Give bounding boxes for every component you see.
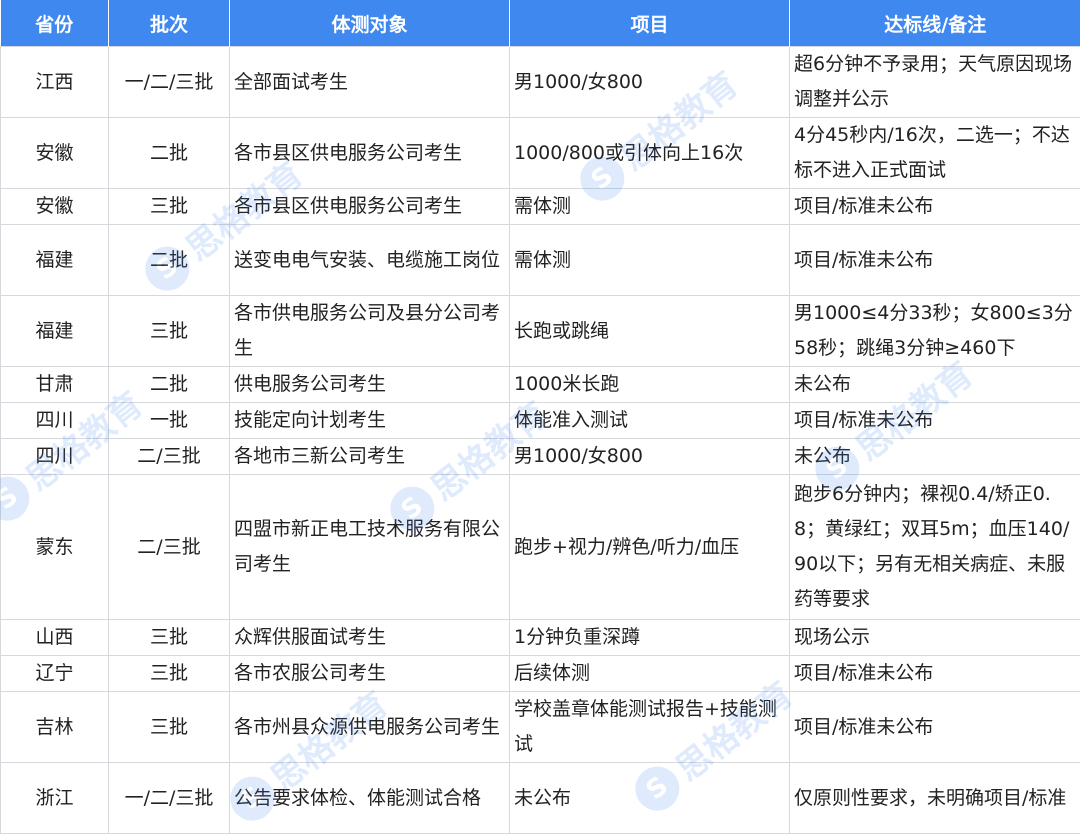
province-cell: 安徽 bbox=[0, 188, 109, 225]
target-cell: 各市县区供电服务公司考生 bbox=[229, 188, 510, 225]
standard-cell: 项目/标准未公布 bbox=[789, 188, 1080, 225]
table-row: 江西 一/二/三批 全部面试考生 男1000/女800 超6分钟不予录用；天气原因现场调… bbox=[0, 46, 1080, 118]
fitness-test-table: 省份 批次 体测对象 项目 达标线/备注 江西 一/二/三批 全部面试考生 男1000… bbox=[0, 0, 1080, 834]
table-header-row: 省份 批次 体测对象 项目 达标线/备注 bbox=[0, 0, 1080, 47]
province-cell: 安徽 bbox=[0, 117, 109, 189]
item-cell: 体能准入测试 bbox=[509, 402, 790, 439]
standard-cell: 现场公示 bbox=[789, 619, 1080, 656]
standard-cell: 项目/标准未公布 bbox=[789, 655, 1080, 692]
table-row: 福建 二批 送变电电气安装、电缆施工岗位 需体测 项目/标准未公布 bbox=[0, 224, 1080, 296]
table-row: 安徽 二批 各市县区供电服务公司考生 1000/800或引体向上16次 4分45秒内/1… bbox=[0, 117, 1080, 189]
item-cell: 1000米长跑 bbox=[509, 366, 790, 403]
header-target: 体测对象 bbox=[229, 0, 510, 47]
batch-cell: 二/三批 bbox=[108, 438, 230, 475]
table-row: 蒙东 二/三批 四盟市新正电工技术服务有限公司考生 跑步+视力/辨色/听力/血压 跑步6… bbox=[0, 474, 1080, 620]
target-cell: 公告要求体检、体能测试合格 bbox=[229, 762, 510, 834]
province-cell: 福建 bbox=[0, 224, 109, 296]
target-cell: 技能定向计划考生 bbox=[229, 402, 510, 439]
header-item: 项目 bbox=[509, 0, 790, 47]
item-cell: 男1000/女800 bbox=[509, 438, 790, 475]
batch-cell: 三批 bbox=[108, 188, 230, 225]
standard-cell: 项目/标准未公布 bbox=[789, 402, 1080, 439]
target-cell: 各地市三新公司考生 bbox=[229, 438, 510, 475]
standard-cell: 跑步6分钟内；裸视0.4/矫正0.8；黄绿红；双耳5m；血压140/90以下；另… bbox=[789, 474, 1080, 620]
province-cell: 山西 bbox=[0, 619, 109, 656]
batch-cell: 二批 bbox=[108, 224, 230, 296]
header-province: 省份 bbox=[0, 0, 109, 47]
province-cell: 福建 bbox=[0, 295, 109, 367]
target-cell: 各市县区供电服务公司考生 bbox=[229, 117, 510, 189]
standard-cell: 男1000≤4分33秒；女800≤3分58秒；跳绳3分钟≥460下 bbox=[789, 295, 1080, 367]
table-row: 安徽 三批 各市县区供电服务公司考生 需体测 项目/标准未公布 bbox=[0, 188, 1080, 225]
item-cell: 需体测 bbox=[509, 188, 790, 225]
batch-cell: 一/二/三批 bbox=[108, 762, 230, 834]
batch-cell: 一/二/三批 bbox=[108, 46, 230, 118]
batch-cell: 三批 bbox=[108, 619, 230, 656]
item-cell: 1000/800或引体向上16次 bbox=[509, 117, 790, 189]
item-cell: 1分钟负重深蹲 bbox=[509, 619, 790, 656]
province-cell: 浙江 bbox=[0, 762, 109, 834]
item-cell: 后续体测 bbox=[509, 655, 790, 692]
standard-cell: 4分45秒内/16次，二选一；不达标不进入正式面试 bbox=[789, 117, 1080, 189]
table-row: 甘肃 二批 供电服务公司考生 1000米长跑 未公布 bbox=[0, 366, 1080, 403]
target-cell: 四盟市新正电工技术服务有限公司考生 bbox=[229, 474, 510, 620]
province-cell: 江西 bbox=[0, 46, 109, 118]
table-row: 吉林 三批 各市州县众源供电服务公司考生 学校盖章体能测试报告+技能测试 项目/标准未公… bbox=[0, 691, 1080, 763]
target-cell: 各市州县众源供电服务公司考生 bbox=[229, 691, 510, 763]
item-cell: 学校盖章体能测试报告+技能测试 bbox=[509, 691, 790, 763]
standard-cell: 仅原则性要求，未明确项目/标准 bbox=[789, 762, 1080, 834]
batch-cell: 三批 bbox=[108, 691, 230, 763]
item-cell: 长跑或跳绳 bbox=[509, 295, 790, 367]
target-cell: 各市供电服务公司及县分公司考生 bbox=[229, 295, 510, 367]
standard-cell: 项目/标准未公布 bbox=[789, 224, 1080, 296]
table-row: 福建 三批 各市供电服务公司及县分公司考生 长跑或跳绳 男1000≤4分33秒；女800… bbox=[0, 295, 1080, 367]
batch-cell: 三批 bbox=[108, 655, 230, 692]
table-row: 四川 二/三批 各地市三新公司考生 男1000/女800 未公布 bbox=[0, 438, 1080, 475]
standard-cell: 未公布 bbox=[789, 366, 1080, 403]
province-cell: 甘肃 bbox=[0, 366, 109, 403]
province-cell: 辽宁 bbox=[0, 655, 109, 692]
item-cell: 男1000/女800 bbox=[509, 46, 790, 118]
table-row: 浙江 一/二/三批 公告要求体检、体能测试合格 未公布 仅原则性要求，未明确项目/标准 bbox=[0, 762, 1080, 834]
batch-cell: 二/三批 bbox=[108, 474, 230, 620]
item-cell: 跑步+视力/辨色/听力/血压 bbox=[509, 474, 790, 620]
target-cell: 送变电电气安装、电缆施工岗位 bbox=[229, 224, 510, 296]
table-row: 山西 三批 众辉供服面试考生 1分钟负重深蹲 现场公示 bbox=[0, 619, 1080, 656]
standard-cell: 未公布 bbox=[789, 438, 1080, 475]
header-batch: 批次 bbox=[108, 0, 230, 47]
target-cell: 各市农服公司考生 bbox=[229, 655, 510, 692]
batch-cell: 一批 bbox=[108, 402, 230, 439]
table-row: 四川 一批 技能定向计划考生 体能准入测试 项目/标准未公布 bbox=[0, 402, 1080, 439]
target-cell: 全部面试考生 bbox=[229, 46, 510, 118]
standard-cell: 项目/标准未公布 bbox=[789, 691, 1080, 763]
batch-cell: 三批 bbox=[108, 295, 230, 367]
table-row: 辽宁 三批 各市农服公司考生 后续体测 项目/标准未公布 bbox=[0, 655, 1080, 692]
target-cell: 众辉供服面试考生 bbox=[229, 619, 510, 656]
province-cell: 蒙东 bbox=[0, 474, 109, 620]
header-standard: 达标线/备注 bbox=[789, 0, 1080, 47]
province-cell: 四川 bbox=[0, 438, 109, 475]
target-cell: 供电服务公司考生 bbox=[229, 366, 510, 403]
item-cell: 未公布 bbox=[509, 762, 790, 834]
province-cell: 吉林 bbox=[0, 691, 109, 763]
standard-cell: 超6分钟不予录用；天气原因现场调整并公示 bbox=[789, 46, 1080, 118]
province-cell: 四川 bbox=[0, 402, 109, 439]
item-cell: 需体测 bbox=[509, 224, 790, 296]
batch-cell: 二批 bbox=[108, 117, 230, 189]
batch-cell: 二批 bbox=[108, 366, 230, 403]
